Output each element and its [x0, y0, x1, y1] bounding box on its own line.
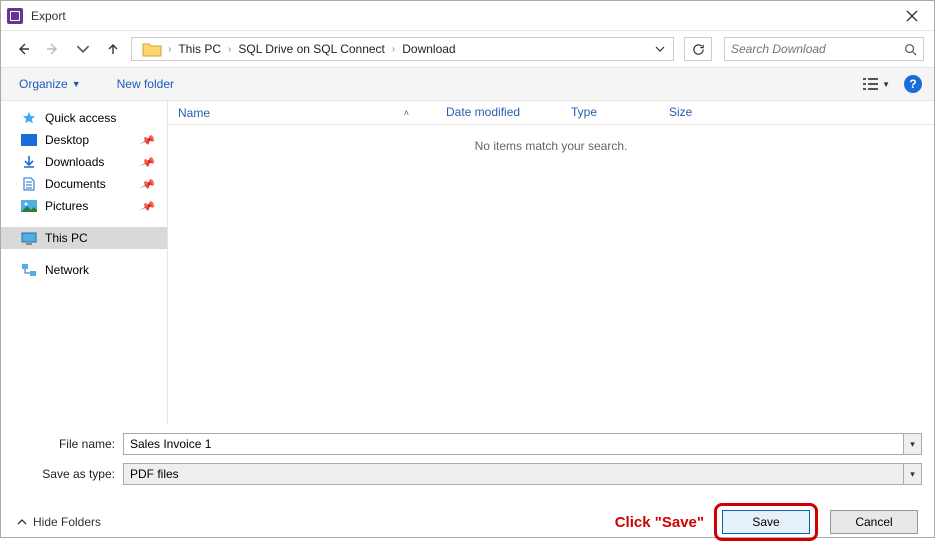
- save-form: File name: Sales Invoice 1 ▾ Save as typ…: [1, 425, 934, 497]
- new-folder-button[interactable]: New folder: [111, 73, 180, 95]
- pin-icon: 📌: [139, 198, 156, 215]
- annotation-text: Click "Save": [615, 514, 704, 531]
- filename-input[interactable]: Sales Invoice 1: [123, 433, 904, 455]
- app-icon: [7, 8, 23, 24]
- recent-dropdown[interactable]: [71, 37, 95, 61]
- hide-folders-button[interactable]: Hide Folders: [17, 515, 101, 529]
- up-button[interactable]: [101, 37, 125, 61]
- window-title: Export: [31, 9, 66, 23]
- chevron-right-icon: ›: [228, 44, 231, 55]
- forward-button[interactable]: [41, 37, 65, 61]
- sidebar-item-documents[interactable]: Documents 📌: [1, 173, 167, 195]
- footer: Hide Folders Click "Save" Save Cancel: [1, 497, 934, 551]
- organize-button[interactable]: Organize ▼: [13, 73, 87, 95]
- desktop-icon: [21, 133, 37, 147]
- chevron-right-icon: ›: [168, 44, 171, 55]
- chevron-down-icon: [76, 42, 90, 56]
- pin-icon: 📌: [139, 132, 156, 149]
- col-name[interactable]: Name ˄: [168, 101, 436, 124]
- col-size[interactable]: Size: [659, 101, 749, 124]
- arrow-left-icon: [16, 42, 30, 56]
- sidebar-label: Network: [45, 263, 89, 277]
- sidebar-this-pc[interactable]: This PC: [1, 227, 167, 249]
- help-button[interactable]: ?: [904, 75, 922, 93]
- new-folder-label: New folder: [117, 77, 174, 91]
- sidebar-label: Documents: [45, 177, 106, 191]
- filetype-select[interactable]: PDF files: [123, 463, 904, 485]
- view-options-button[interactable]: ▼: [863, 77, 890, 91]
- network-icon: [21, 263, 37, 277]
- toolbar: Organize ▼ New folder ▼ ?: [1, 67, 934, 101]
- breadcrumb-item[interactable]: SQL Drive on SQL Connect: [235, 40, 388, 58]
- help-icon: ?: [909, 77, 916, 91]
- chevron-right-icon: ›: [392, 44, 395, 55]
- sidebar-label: Pictures: [45, 199, 88, 213]
- arrow-right-icon: [46, 42, 60, 56]
- file-list: Name ˄ Date modified Type Size No items …: [168, 101, 934, 425]
- sidebar-item-downloads[interactable]: Downloads 📌: [1, 151, 167, 173]
- breadcrumb-item[interactable]: Download: [399, 40, 458, 58]
- breadcrumb-item[interactable]: This PC: [175, 40, 224, 58]
- sort-asc-icon: ˄: [404, 108, 409, 118]
- caret-down-icon: ▼: [882, 80, 890, 89]
- documents-icon: [21, 177, 37, 191]
- pc-icon: [21, 231, 37, 245]
- pin-icon: 📌: [139, 176, 156, 193]
- sidebar-label: Downloads: [45, 155, 104, 169]
- arrow-up-icon: [106, 42, 120, 56]
- downloads-icon: [21, 155, 37, 169]
- search-icon: [904, 43, 917, 56]
- cancel-button[interactable]: Cancel: [830, 510, 918, 534]
- chevron-down-icon: [655, 44, 665, 54]
- folder-icon: [142, 40, 162, 58]
- sidebar-quick-access[interactable]: Quick access: [1, 107, 167, 129]
- save-button[interactable]: Save: [722, 510, 810, 534]
- path-dropdown[interactable]: [651, 44, 669, 54]
- chevron-up-icon: [17, 517, 27, 527]
- sidebar: Quick access Desktop 📌 Downloads 📌 Docum…: [1, 101, 168, 425]
- refresh-button[interactable]: [684, 37, 712, 61]
- search-box[interactable]: [724, 37, 924, 61]
- breadcrumb[interactable]: › This PC › SQL Drive on SQL Connect › D…: [131, 37, 674, 61]
- organize-label: Organize: [19, 77, 68, 91]
- sidebar-item-desktop[interactable]: Desktop 📌: [1, 129, 167, 151]
- chevron-down-icon: ▾: [910, 469, 915, 480]
- filetype-label: Save as type:: [13, 467, 123, 481]
- filetype-dropdown[interactable]: ▾: [904, 463, 922, 485]
- column-headers: Name ˄ Date modified Type Size: [168, 101, 934, 125]
- star-icon: [21, 111, 37, 125]
- search-input[interactable]: [731, 42, 904, 56]
- navbar: › This PC › SQL Drive on SQL Connect › D…: [1, 31, 934, 67]
- chevron-down-icon: ▾: [910, 439, 915, 450]
- titlebar: Export: [1, 1, 934, 31]
- refresh-icon: [692, 43, 705, 56]
- col-date[interactable]: Date modified: [436, 101, 561, 124]
- close-button[interactable]: [889, 1, 934, 31]
- view-icon: [863, 77, 879, 91]
- empty-message: No items match your search.: [168, 125, 934, 425]
- caret-down-icon: ▼: [72, 79, 81, 89]
- annotation-highlight: Save: [714, 503, 818, 541]
- sidebar-network[interactable]: Network: [1, 259, 167, 281]
- main-area: Quick access Desktop 📌 Downloads 📌 Docum…: [1, 101, 934, 425]
- sidebar-item-pictures[interactable]: Pictures 📌: [1, 195, 167, 217]
- sidebar-label: This PC: [45, 231, 88, 245]
- pictures-icon: [21, 199, 37, 213]
- close-icon: [906, 10, 918, 22]
- sidebar-label: Quick access: [45, 111, 116, 125]
- export-dialog: Export › This PC › SQL Drive on SQL Conn…: [0, 0, 935, 538]
- filename-label: File name:: [13, 437, 123, 451]
- pin-icon: 📌: [139, 154, 156, 171]
- col-type[interactable]: Type: [561, 101, 659, 124]
- filename-dropdown[interactable]: ▾: [904, 433, 922, 455]
- sidebar-label: Desktop: [45, 133, 89, 147]
- back-button[interactable]: [11, 37, 35, 61]
